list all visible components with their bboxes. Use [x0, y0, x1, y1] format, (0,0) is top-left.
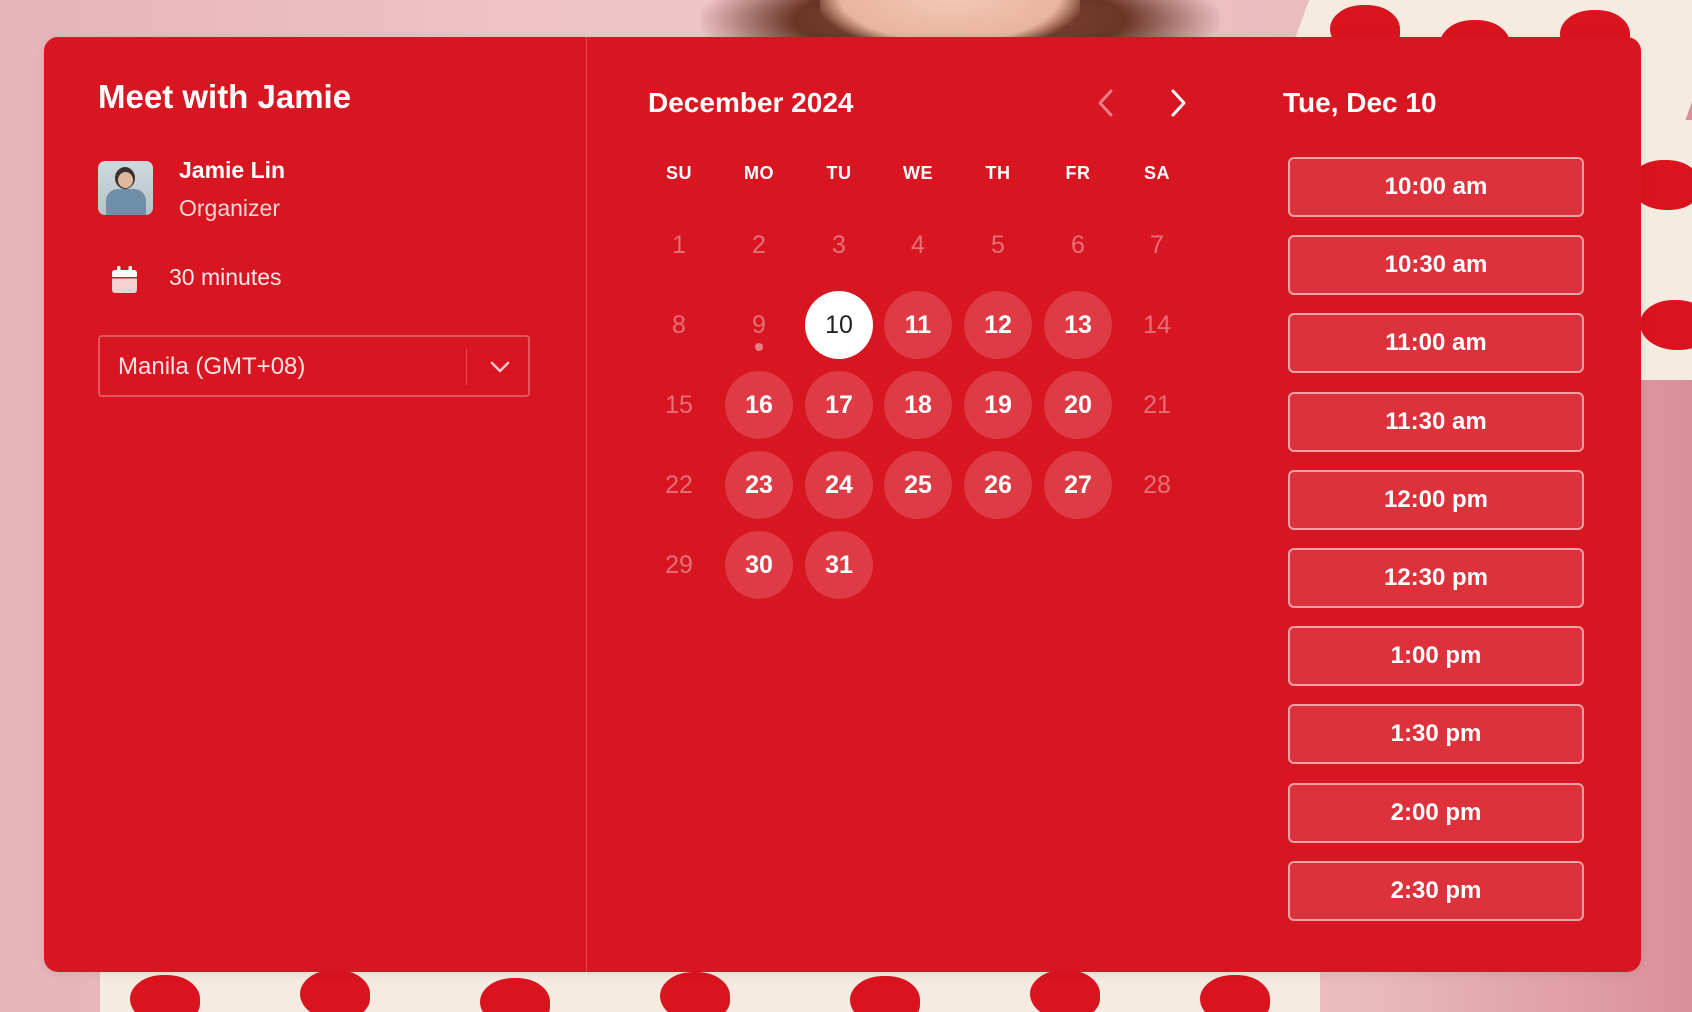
- event-duration: 30 minutes: [169, 264, 282, 290]
- day-cell[interactable]: 23: [725, 451, 793, 519]
- weekday-label-tu: TU: [826, 163, 852, 183]
- day-cell: 2: [752, 230, 766, 259]
- day-cell: 1: [672, 230, 686, 259]
- time-slot-button[interactable]: 10:00 am: [1288, 157, 1584, 217]
- time-slot-button[interactable]: 11:00 am: [1288, 313, 1584, 374]
- panel-divider: [586, 37, 587, 972]
- weekday-label-mo: MO: [744, 163, 774, 183]
- background-heart-pattern: [660, 972, 730, 1012]
- background-heart-pattern: [130, 975, 200, 1012]
- previous-month-button[interactable]: [1088, 83, 1124, 123]
- weekday-label-fr: FR: [1065, 163, 1091, 183]
- background-heart-pattern: [1030, 970, 1100, 1012]
- time-slot-button[interactable]: 1:00 pm: [1288, 626, 1584, 687]
- day-cell[interactable]: 31: [805, 531, 873, 599]
- time-slot-button[interactable]: 10:30 am: [1288, 235, 1584, 296]
- day-cell[interactable]: 16: [725, 371, 793, 439]
- day-cell: 4: [911, 230, 925, 259]
- day-cell[interactable]: 20: [1044, 371, 1112, 439]
- time-slot-button[interactable]: 11:30 am: [1288, 391, 1584, 452]
- chevron-down-icon: [490, 361, 510, 373]
- organizer-avatar: [98, 161, 153, 215]
- timezone-value: Manila (GMT+08): [118, 353, 306, 380]
- day-selected[interactable]: 10: [805, 291, 873, 359]
- select-separator: [466, 349, 467, 385]
- time-slot-button[interactable]: 12:30 pm: [1288, 548, 1584, 608]
- weekday-label-we: WE: [903, 163, 933, 183]
- day-cell: 3: [832, 230, 846, 259]
- day-cell[interactable]: 18: [884, 371, 952, 439]
- organizer-name: Jamie Lin: [179, 157, 286, 183]
- day-cell: 29: [665, 550, 693, 579]
- day-cell[interactable]: 17: [805, 371, 873, 439]
- time-slot-button[interactable]: 2:30 pm: [1288, 860, 1584, 921]
- time-slot-button[interactable]: 2:00 pm: [1288, 782, 1584, 843]
- month-title: December 2024: [648, 87, 854, 118]
- day-cell[interactable]: 24: [805, 451, 873, 519]
- day-cell: 22: [665, 470, 693, 499]
- day-cell[interactable]: 19: [964, 371, 1032, 439]
- selected-date-title: Tue, Dec 10: [1283, 87, 1437, 118]
- time-slot-button[interactable]: 1:30 pm: [1288, 704, 1584, 765]
- day-cell[interactable]: 25: [884, 451, 952, 519]
- event-title: Meet with Jamie: [98, 78, 352, 115]
- day-cell: 8: [672, 310, 686, 339]
- booking-card: Meet with Jamie Jamie Lin Organizer 30 m…: [44, 37, 1641, 972]
- today-indicator-dot: [755, 343, 763, 351]
- day-cell: 15: [665, 390, 693, 419]
- day-cell: 21: [1143, 390, 1171, 419]
- day-cell: 28: [1143, 470, 1171, 499]
- time-slot-button[interactable]: 12:00 pm: [1288, 469, 1584, 530]
- day-cell: 5: [991, 230, 1005, 259]
- background-heart-pattern: [300, 970, 370, 1012]
- day-cell[interactable]: 12: [964, 291, 1032, 359]
- day-cell[interactable]: 26: [964, 451, 1032, 519]
- weekday-label-th: TH: [985, 163, 1011, 183]
- day-cell[interactable]: 13: [1044, 291, 1112, 359]
- day-cell[interactable]: 30: [725, 531, 793, 599]
- organizer-role: Organizer: [179, 195, 280, 221]
- timezone-select[interactable]: Manila (GMT+08): [98, 335, 530, 397]
- day-cell[interactable]: 11: [884, 291, 952, 359]
- weekday-label-sa: SA: [1143, 163, 1170, 183]
- next-month-button[interactable]: [1160, 83, 1196, 123]
- weekday-label-su: SU: [665, 163, 692, 183]
- day-cell: 6: [1071, 230, 1085, 259]
- day-cell[interactable]: 27: [1044, 451, 1112, 519]
- background-heart-pattern: [1200, 975, 1270, 1012]
- day-cell: 14: [1143, 310, 1171, 339]
- day-cell: 7: [1150, 230, 1164, 259]
- calendar-icon: [112, 266, 137, 293]
